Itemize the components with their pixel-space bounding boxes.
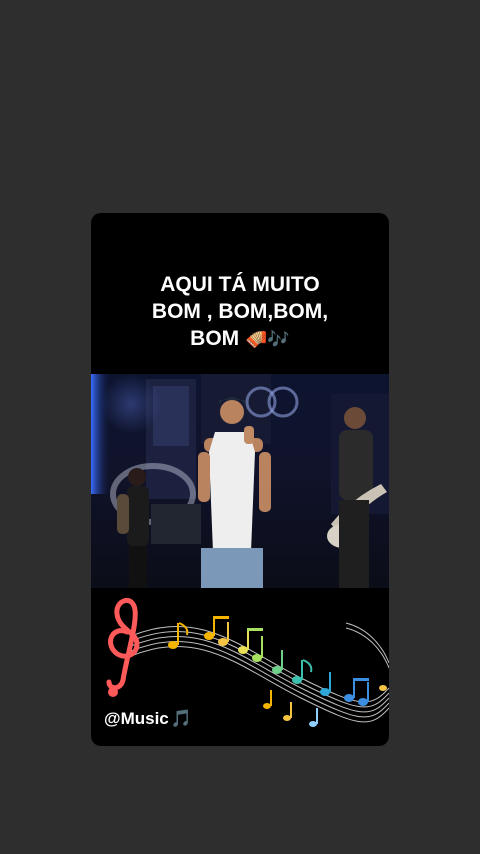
treble-clef-icon xyxy=(106,598,140,697)
caption-text: AQUI TÁ MUITO BOM , BOM,BOM, BOM 🪗🎶 xyxy=(91,271,389,353)
caption-line-3: BOM 🪗🎶 xyxy=(91,325,389,353)
music-sticker-area: @Music 🎵 xyxy=(91,588,389,746)
caption-line-2: BOM , BOM,BOM, xyxy=(151,300,329,323)
music-note-icon: 🎵 xyxy=(170,709,192,728)
story-screen: AQUI TÁ MUITO BOM , BOM,BOM, BOM 🪗🎶 @Mus… xyxy=(0,0,480,854)
story-card[interactable]: AQUI TÁ MUITO BOM , BOM,BOM, BOM 🪗🎶 @Mus… xyxy=(91,213,389,746)
concert-scene-image xyxy=(91,374,389,588)
musical-notes-icon: 🎶 xyxy=(267,329,290,349)
accordion-icon: 🪗 xyxy=(245,329,268,349)
caption-line-3-text: BOM xyxy=(190,327,240,350)
caption-line-1: AQUI TÁ MUITO xyxy=(160,273,320,296)
music-tag-text: @Music xyxy=(104,709,169,728)
music-tag[interactable]: @Music 🎵 xyxy=(104,709,192,729)
concert-video[interactable] xyxy=(91,374,389,588)
